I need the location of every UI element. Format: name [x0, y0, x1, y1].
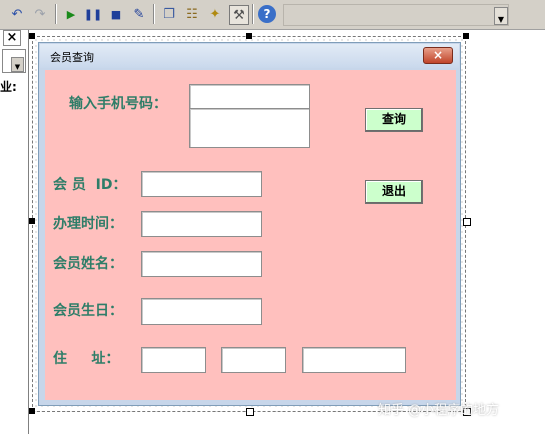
phone-input[interactable] — [189, 84, 310, 109]
address-label: 住 址： — [53, 351, 120, 367]
form-titlebar[interactable] — [40, 44, 459, 68]
stop-icon[interactable]: ■ — [107, 5, 125, 23]
toolbox-icon[interactable]: ⚒ — [229, 5, 249, 25]
phone-result-box[interactable] — [189, 108, 310, 148]
properties-icon[interactable]: ☷ — [183, 5, 201, 23]
chevron-down-icon[interactable]: ▼ — [11, 57, 24, 72]
form-close-button[interactable]: × — [423, 47, 453, 64]
watermark-text: 知乎 @小程序的地方 — [378, 403, 500, 418]
resize-handle[interactable] — [29, 33, 35, 39]
phone-label: 输入手机号码： — [69, 96, 167, 112]
run-icon[interactable]: ▶ — [62, 5, 80, 23]
address-detail-input[interactable] — [302, 347, 406, 373]
member-id-label: 会 员 ID： — [53, 177, 127, 193]
member-name-input[interactable] — [141, 251, 262, 277]
member-id-input[interactable] — [141, 171, 262, 197]
resize-handle[interactable] — [29, 218, 35, 224]
toolbar-options-dropdown[interactable]: ▼ — [494, 7, 508, 25]
address-city-input[interactable] — [221, 347, 286, 373]
join-time-input[interactable] — [141, 211, 262, 237]
object-browser-icon[interactable]: ✦ — [206, 5, 224, 23]
toolbar-separator — [153, 4, 155, 24]
project-explorer-icon[interactable]: ❐ — [160, 5, 178, 23]
design-mode-icon[interactable]: ✎ — [130, 5, 148, 23]
redo-icon[interactable]: ↷ — [31, 5, 49, 23]
resize-handle[interactable] — [463, 33, 469, 39]
undo-icon[interactable]: ↶ — [8, 5, 26, 23]
address-province-input[interactable] — [141, 347, 206, 373]
resize-handle[interactable] — [29, 408, 35, 414]
pause-icon[interactable]: ❚❚ — [84, 5, 102, 23]
form-title: 会员查询 — [50, 51, 94, 64]
resize-handle[interactable] — [246, 33, 252, 39]
toolbar-separator — [252, 4, 254, 24]
standard-toolbar: ↶ ↷ ▶ ❚❚ ■ ✎ ❐ ☷ ✦ ⚒ ? ▼ — [0, 0, 545, 30]
toolbar-separator — [55, 4, 57, 24]
resize-handle[interactable] — [463, 218, 471, 226]
birthday-label: 会员生日： — [53, 303, 123, 319]
birthday-input[interactable] — [141, 298, 262, 325]
toolbar-empty-area — [283, 4, 509, 26]
resize-handle[interactable] — [246, 408, 254, 416]
help-icon[interactable]: ? — [258, 5, 276, 23]
property-label: 业: — [0, 80, 17, 94]
exit-button[interactable]: 退出 — [365, 180, 423, 204]
close-panel-icon[interactable]: × — [3, 30, 21, 46]
join-time-label: 办理时间： — [53, 216, 123, 232]
member-name-label: 会员姓名： — [53, 256, 123, 272]
query-button[interactable]: 查询 — [365, 108, 423, 132]
